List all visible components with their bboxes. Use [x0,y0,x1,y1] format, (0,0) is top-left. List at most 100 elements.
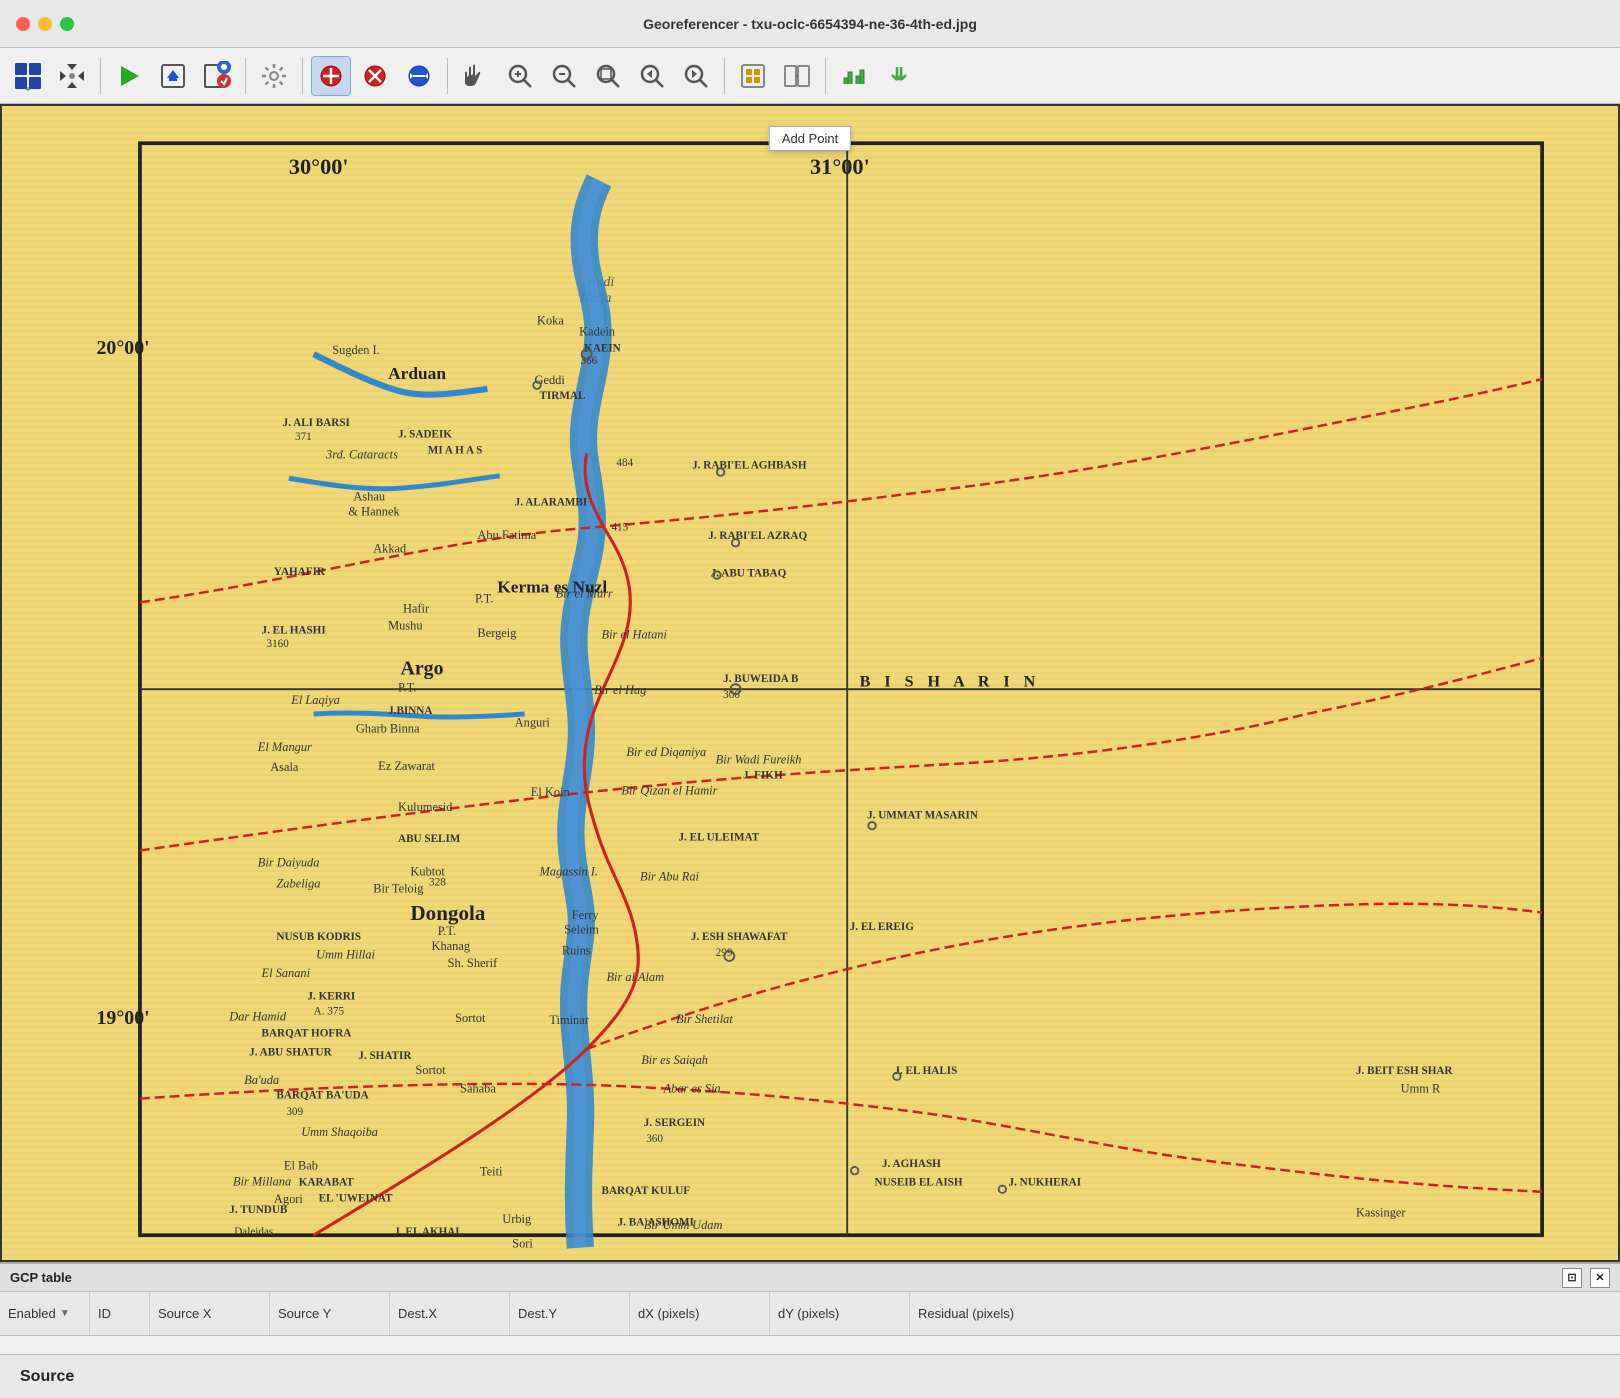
col-source-y[interactable]: Source Y [270,1292,390,1335]
svg-text:Abar es Sia: Abar es Sia [663,1081,721,1095]
svg-text:Gharb Binna: Gharb Binna [356,722,420,736]
svg-text:El Mangur: El Mangur [257,740,312,754]
col-dx[interactable]: dX (pixels) [630,1292,770,1335]
svg-text:J. BUWEIDA B: J. BUWEIDA B [723,673,799,685]
svg-text:19°00': 19°00' [97,1007,150,1029]
svg-text:J. TUNDUB: J. TUNDUB [229,1204,288,1216]
source-label: Source [20,1368,74,1386]
col-dest-y[interactable]: Dest.Y [510,1292,630,1335]
svg-text:J. ABU SHATUR: J. ABU SHATUR [249,1046,332,1058]
load-points-button[interactable] [197,56,237,96]
col-dest-x[interactable]: Dest.X [390,1292,510,1335]
settings-button[interactable] [254,56,294,96]
svg-text:Kadein: Kadein [579,325,615,339]
gcp-table-header: Enabled ▼ ID Source X Source Y Dest.X De… [0,1292,1620,1336]
svg-text:Ez Zawarat: Ez Zawarat [378,759,435,773]
separator-2 [245,58,246,94]
col-residual[interactable]: Residual (pixels) [910,1292,1620,1335]
pan-button[interactable] [456,56,496,96]
svg-text:360: 360 [646,1133,663,1145]
gcp-close-button[interactable]: ✕ [1590,1268,1610,1288]
svg-text:B I S H A R I N: B I S H A R I N [860,674,1041,691]
svg-text:Dar Hamid: Dar Hamid [228,1010,287,1024]
svg-text:KAEIN: KAEIN [584,343,621,355]
svg-text:Sori: Sori [512,1237,533,1251]
svg-text:Bir el Hag: Bir el Hag [594,683,646,697]
zoom-prev-button[interactable] [632,56,672,96]
svg-text:J. KERRI: J. KERRI [307,990,355,1002]
svg-text:J. ESH SHAWAFAT: J. ESH SHAWAFAT [691,931,788,943]
full-extent-button[interactable] [733,56,773,96]
gcp-restore-button[interactable]: ⊡ [1562,1268,1582,1288]
close-button[interactable] [16,17,30,31]
link-views-button[interactable] [777,56,817,96]
zoom-window-button[interactable] [588,56,628,96]
svg-text:Ruins: Ruins [562,944,591,958]
col-enabled[interactable]: Enabled ▼ [0,1292,90,1335]
svg-text:J. EL ULEIMAT: J. EL ULEIMAT [678,832,759,844]
col-source-x[interactable]: Source X [150,1292,270,1335]
svg-text:Ba'uda: Ba'uda [244,1073,279,1087]
map-container[interactable]: Add Point 30°00' 31°00' 20°00' 19°00' Wa… [0,104,1620,1262]
window-controls [16,17,74,31]
svg-text:J. SADEIK: J. SADEIK [398,428,452,440]
gcp-table-label: GCP table ⊡ ✕ [0,1264,1620,1292]
col-id[interactable]: ID [90,1292,150,1335]
svg-text:Teiti: Teiti [480,1165,503,1179]
svg-text:El Bab: El Bab [284,1158,318,1172]
svg-text:J.BINNA: J.BINNA [388,705,432,717]
svg-text:Koka: Koka [537,313,564,327]
svg-text:J. SERGEIN: J. SERGEIN [644,1117,705,1129]
window-title: Georeferencer - txu-oclc-6654394-ne-36-4… [643,16,977,32]
svg-text:J. EL HASHI: J. EL HASHI [262,624,326,636]
svg-text:328: 328 [429,876,446,888]
svg-text:J. ALARAMBI: J. ALARAMBI [515,497,588,509]
svg-text:KARABAT: KARABAT [299,1177,355,1189]
svg-text:J. BEIT ESH SHAR: J. BEIT ESH SHAR [1356,1065,1453,1077]
svg-text:Geddi: Geddi [535,373,566,387]
svg-text:J. FIKH: J. FIKH [743,770,783,782]
export-button[interactable] [153,56,193,96]
zoom-next-button[interactable] [676,56,716,96]
zoom-in-button[interactable] [500,56,540,96]
svg-text:Bir Shetilat: Bir Shetilat [676,1012,733,1026]
svg-text:J. ABU TABAQ: J. ABU TABAQ [711,567,787,579]
maximize-button[interactable] [60,17,74,31]
svg-text:Umm Shaqoiba: Umm Shaqoiba [301,1125,378,1139]
minimize-button[interactable] [38,17,52,31]
svg-text:Bir Teloig: Bir Teloig [373,882,423,896]
svg-text:Kassinger: Kassinger [1356,1206,1406,1220]
histogram-button[interactable] [834,56,874,96]
svg-text:Zabeliga: Zabeliga [276,877,320,891]
svg-text:309: 309 [286,1106,303,1118]
col-dy[interactable]: dY (pixels) [770,1292,910,1335]
svg-text:Bir Qizan el Hamir: Bir Qizan el Hamir [621,784,717,798]
svg-text:Umm Hillai: Umm Hillai [316,947,375,961]
enabled-dropdown-arrow[interactable]: ▼ [60,1308,70,1319]
separator-5 [724,58,725,94]
move-gcp-button[interactable] [52,56,92,96]
svg-text:371: 371 [295,431,312,443]
status-bar: Source [0,1354,1620,1398]
gcp-table-controls: ⊡ ✕ [1558,1268,1610,1288]
zoom-out-button[interactable] [544,56,584,96]
gcp-section: GCP table ⊡ ✕ Enabled ▼ ID Source X Sour… [0,1262,1620,1354]
svg-text:Bir el Hatani: Bir el Hatani [602,627,668,641]
svg-text:Asala: Asala [270,760,299,774]
svg-text:El Laqiya: El Laqiya [290,693,340,707]
svg-text:J. SHATIR: J. SHATIR [358,1050,412,1062]
svg-text:Hafir: Hafir [403,601,430,615]
add-point-button[interactable] [311,56,351,96]
svg-text:Bir Abu Rai: Bir Abu Rai [640,869,700,883]
delete-point-button[interactable] [355,56,395,96]
add-gcp-button[interactable]: + [8,56,48,96]
svg-text:P.T.: P.T. [438,924,456,938]
export-arrows-button[interactable] [878,56,918,96]
run-button[interactable] [109,56,149,96]
svg-text:J. EL AKHAL: J. EL AKHAL [394,1226,463,1238]
svg-text:El Sanani: El Sanani [261,966,311,980]
svg-text:Kulumesid: Kulumesid [398,800,453,814]
svg-text:J. NUKHERAI: J. NUKHERAI [1009,1177,1082,1189]
move-point-button[interactable] [399,56,439,96]
svg-text:31°00': 31°00' [810,154,870,179]
